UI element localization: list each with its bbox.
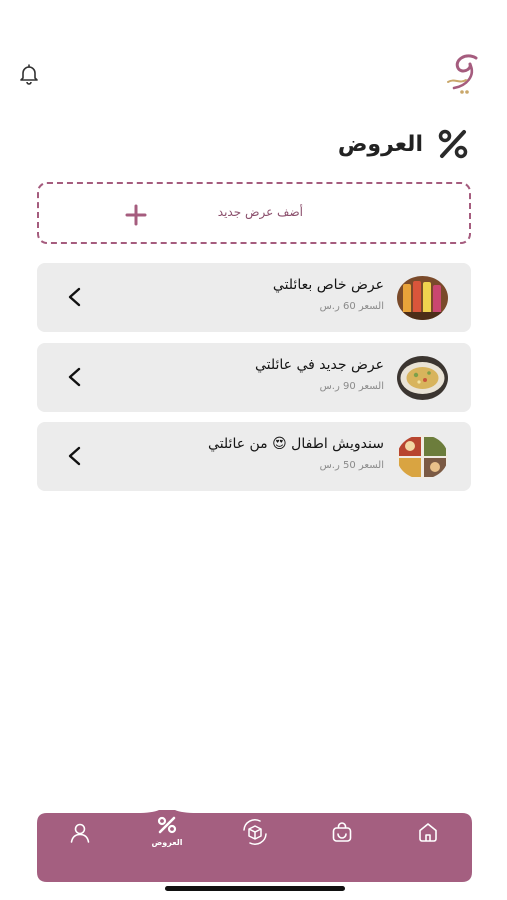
offer-price: السعر 50 ر.س xyxy=(319,460,384,471)
bottom-nav: العروض xyxy=(37,810,472,882)
nav-home[interactable] xyxy=(416,820,440,844)
nav-offers-label: العروض xyxy=(151,838,183,847)
page-title-row: العروض xyxy=(338,126,471,162)
offer-name: عرض جديد في عائلتي xyxy=(254,357,384,373)
nav-bag[interactable] xyxy=(330,820,354,844)
offer-price: السعر 60 ر.س xyxy=(319,301,384,312)
chevron-left-icon xyxy=(68,287,81,307)
nav-exchange[interactable] xyxy=(240,817,270,847)
percent-icon xyxy=(438,129,468,159)
home-icon xyxy=(419,823,437,842)
offer-thumbnail xyxy=(397,276,448,320)
chevron-left-icon xyxy=(68,446,81,466)
box-cycle-icon xyxy=(243,819,267,845)
bag-icon xyxy=(332,822,352,842)
nav-offers[interactable] xyxy=(155,815,179,835)
offer-card[interactable]: سندويش اطفال 😍 من عائلتي السعر 50 ر.س xyxy=(37,422,471,491)
page-title: العروض xyxy=(337,131,423,157)
notifications-button[interactable] xyxy=(17,62,41,86)
brand-logo xyxy=(436,50,486,96)
offer-card[interactable]: عرض جديد في عائلتي السعر 90 ر.س xyxy=(37,343,471,412)
offer-thumbnail xyxy=(397,356,448,400)
offer-name: سندويش اطفال 😍 من عائلتي xyxy=(208,436,384,452)
chevron-left-icon xyxy=(68,367,81,387)
offer-name: عرض خاص بعائلتي xyxy=(272,277,384,293)
add-offer-button[interactable]: أضف عرض جديد xyxy=(37,182,471,244)
offer-thumbnail xyxy=(397,435,448,479)
offer-card[interactable]: عرض خاص بعائلتي السعر 60 ر.س xyxy=(37,263,471,332)
bell-icon xyxy=(20,64,38,85)
user-icon xyxy=(70,823,90,843)
plus-icon xyxy=(125,204,147,226)
nav-profile[interactable] xyxy=(68,821,92,845)
home-indicator xyxy=(165,886,345,891)
offer-price: السعر 90 ر.س xyxy=(319,381,384,392)
add-offer-label: أضف عرض جديد xyxy=(217,205,303,219)
percent-icon xyxy=(157,816,177,834)
